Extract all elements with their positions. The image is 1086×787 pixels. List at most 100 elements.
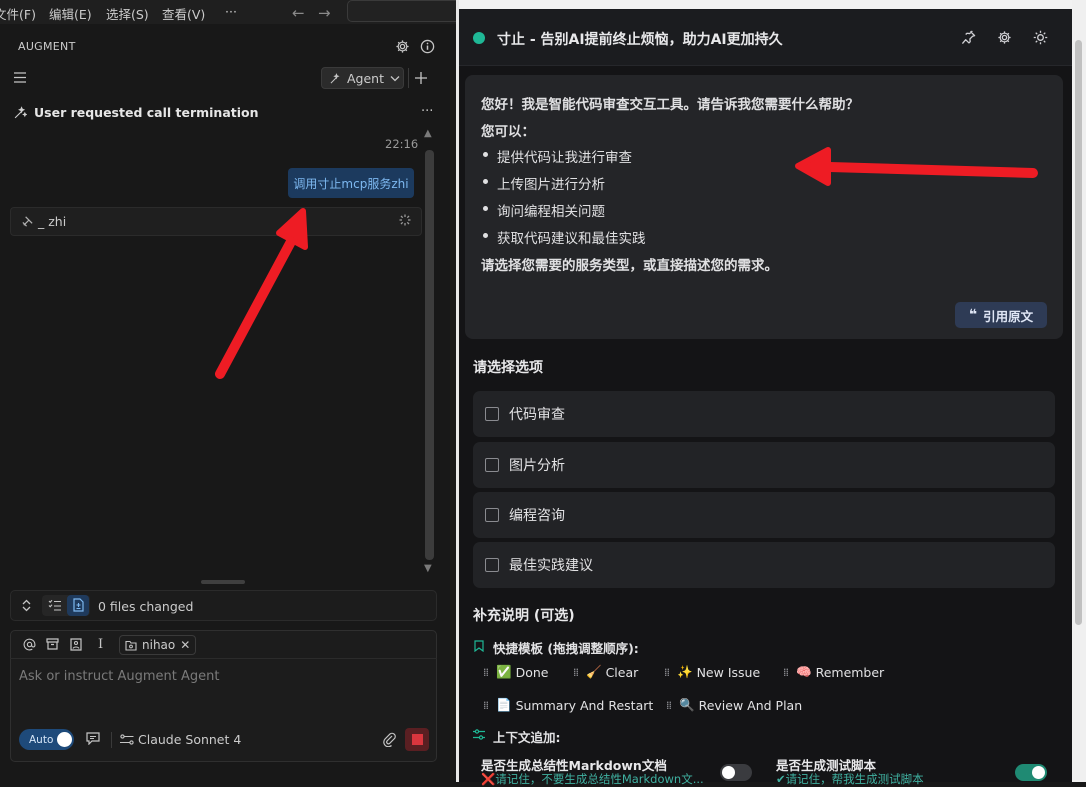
template-summary-and-restart[interactable]: ⁞⁞ 📄 Summary And Restart bbox=[483, 697, 653, 713]
plus-icon[interactable] bbox=[415, 72, 427, 84]
info-icon[interactable] bbox=[420, 39, 435, 54]
agent-icon bbox=[330, 72, 341, 84]
message-bullet: 获取代码建议和最佳实践 bbox=[497, 231, 646, 247]
bullet-dot bbox=[483, 233, 488, 238]
template-emoji: 🔍 bbox=[679, 697, 695, 712]
tool-call-row[interactable] bbox=[10, 207, 422, 236]
template-label: Done bbox=[515, 664, 549, 680]
option-label: 最佳实践建议 bbox=[509, 558, 593, 574]
hamburger-menu-icon[interactable] bbox=[14, 72, 26, 83]
menu-view[interactable]: 查看(V) bbox=[162, 4, 205, 23]
text-cursor-icon[interactable]: I bbox=[98, 637, 103, 652]
thread-title: User requested call termination bbox=[34, 105, 259, 120]
folder-icon bbox=[125, 640, 137, 651]
template-clear[interactable]: ⁞⁞ 🧹 Clear bbox=[573, 664, 638, 680]
menu-file[interactable]: 文件(F) bbox=[0, 4, 36, 23]
composer-divider bbox=[10, 658, 437, 659]
bullet-dot bbox=[483, 179, 488, 184]
context-option-hint: ❌请记住，不要生成总结性Markdown文... bbox=[481, 772, 704, 786]
bullet-dot bbox=[483, 206, 488, 211]
template-emoji: ✨ bbox=[677, 664, 693, 679]
window-titlebar-strip bbox=[459, 0, 1072, 9]
spinner-icon bbox=[399, 214, 411, 226]
option-checkbox[interactable] bbox=[485, 508, 499, 522]
message-closing: 请选择您需要的服务类型，或直接描述您的需求。 bbox=[481, 258, 778, 274]
menu-more[interactable]: ··· bbox=[225, 4, 237, 19]
forward-arrow-icon[interactable]: → bbox=[318, 4, 331, 22]
option-image-analysis[interactable]: 图片分析 bbox=[473, 442, 1055, 488]
model-selector[interactable]: Claude Sonnet 4 bbox=[138, 732, 241, 747]
menu-select[interactable]: 选择(S) bbox=[106, 4, 149, 23]
quote-original-button[interactable]: ❝ 引用原文 bbox=[955, 302, 1047, 328]
option-label: 编程咨询 bbox=[509, 508, 565, 524]
checklist-icon[interactable] bbox=[48, 599, 61, 611]
template-emoji: 🧠 bbox=[796, 664, 812, 679]
drag-handle-icon[interactable]: ⁞⁞ bbox=[783, 666, 789, 679]
context-option-hint: ✔请记住，帮我生成测试脚本 bbox=[776, 772, 924, 786]
scroll-up-icon[interactable]: ▲ bbox=[424, 128, 432, 139]
close-icon[interactable]: ✕ bbox=[180, 638, 190, 652]
supplement-title: 补充说明 (可选) bbox=[473, 608, 575, 624]
prompt-input[interactable]: Ask or instruct Augment Agent bbox=[19, 669, 219, 684]
drag-handle-icon[interactable]: ⁞⁞ bbox=[573, 666, 579, 679]
template-label: Review And Plan bbox=[698, 697, 803, 713]
template-emoji: 🧹 bbox=[586, 664, 602, 679]
context-chip[interactable]: nihao ✕ bbox=[119, 635, 196, 655]
message-bullet: 上传图片进行分析 bbox=[497, 177, 605, 193]
drag-handle-icon[interactable]: ⁞⁞ bbox=[483, 699, 489, 712]
file-diff-icon[interactable] bbox=[73, 598, 84, 612]
mention-icon[interactable] bbox=[23, 638, 36, 651]
gear-icon[interactable] bbox=[395, 39, 410, 54]
option-checkbox[interactable] bbox=[485, 558, 499, 572]
drag-handle-icon[interactable]: ⁞⁞ bbox=[483, 666, 489, 679]
message-intro: 您可以： bbox=[481, 124, 535, 140]
context-chip-label: nihao bbox=[142, 638, 176, 652]
template-label: New Issue bbox=[696, 664, 761, 680]
message-greeting: 您好！我是智能代码审查交互工具。请告诉我您需要什么帮助？ bbox=[481, 97, 859, 113]
agent-mode-label: Agent bbox=[347, 70, 384, 86]
option-code-review[interactable]: 代码审查 bbox=[473, 391, 1055, 437]
settings-gear-icon[interactable] bbox=[997, 30, 1012, 45]
thread-more-icon[interactable]: ··· bbox=[421, 104, 433, 119]
toggle-knob bbox=[722, 766, 735, 779]
sun-icon[interactable] bbox=[1033, 30, 1048, 45]
drag-handle-icon[interactable]: ⁞⁞ bbox=[664, 666, 670, 679]
template-label: Clear bbox=[605, 664, 639, 680]
resize-handle[interactable] bbox=[201, 580, 245, 584]
paperclip-icon[interactable] bbox=[382, 731, 396, 747]
menu-edit[interactable]: 编辑(E) bbox=[49, 4, 92, 23]
option-checkbox[interactable] bbox=[485, 407, 499, 421]
template-label: Summary And Restart bbox=[515, 697, 654, 713]
app-title: 寸止 - 告别AI提前终止烦恼，助力AI更加持久 bbox=[497, 32, 783, 48]
template-emoji: ✅ bbox=[496, 664, 512, 679]
header-divider bbox=[408, 68, 409, 88]
option-best-practices[interactable]: 最佳实践建议 bbox=[473, 542, 1055, 588]
message-timestamp: 22:16 bbox=[385, 137, 419, 151]
pin-icon[interactable] bbox=[961, 30, 976, 45]
option-checkbox[interactable] bbox=[485, 458, 499, 472]
drag-handle-icon[interactable]: ⁞⁞ bbox=[666, 699, 672, 712]
expand-collapse-icon[interactable] bbox=[21, 599, 32, 612]
chat-scrollbar[interactable] bbox=[425, 150, 434, 560]
template-review-and-plan[interactable]: ⁞⁞ 🔍 Review And Plan bbox=[666, 697, 802, 713]
scroll-down-icon[interactable]: ▼ bbox=[424, 563, 432, 574]
archive-icon[interactable] bbox=[46, 638, 59, 650]
status-bar bbox=[0, 774, 456, 782]
stop-icon bbox=[412, 734, 423, 745]
chat-bubble-icon[interactable] bbox=[86, 732, 100, 745]
bullet-dot bbox=[483, 152, 488, 157]
back-arrow-icon[interactable]: ← bbox=[292, 4, 305, 22]
command-center-input[interactable] bbox=[347, 0, 467, 22]
template-new-issue[interactable]: ⁞⁞ ✨ New Issue bbox=[664, 664, 760, 680]
template-done[interactable]: ⁞⁞ ✅ Done bbox=[483, 664, 548, 680]
option-programming-consult[interactable]: 编程咨询 bbox=[473, 492, 1055, 538]
template-emoji: 📄 bbox=[496, 697, 512, 712]
auto-toggle-label: Auto bbox=[29, 734, 54, 746]
template-remember[interactable]: ⁞⁞ 🧠 Remember bbox=[783, 664, 884, 680]
sliders-icon bbox=[473, 729, 485, 740]
image-icon[interactable] bbox=[70, 638, 82, 651]
agent-mode-select[interactable]: Agent bbox=[321, 67, 404, 89]
templates-title: 快捷模板 (拖拽调整顺序): bbox=[493, 641, 639, 656]
template-label: Remember bbox=[815, 664, 885, 680]
scrollbar-thumb[interactable] bbox=[1075, 40, 1082, 625]
